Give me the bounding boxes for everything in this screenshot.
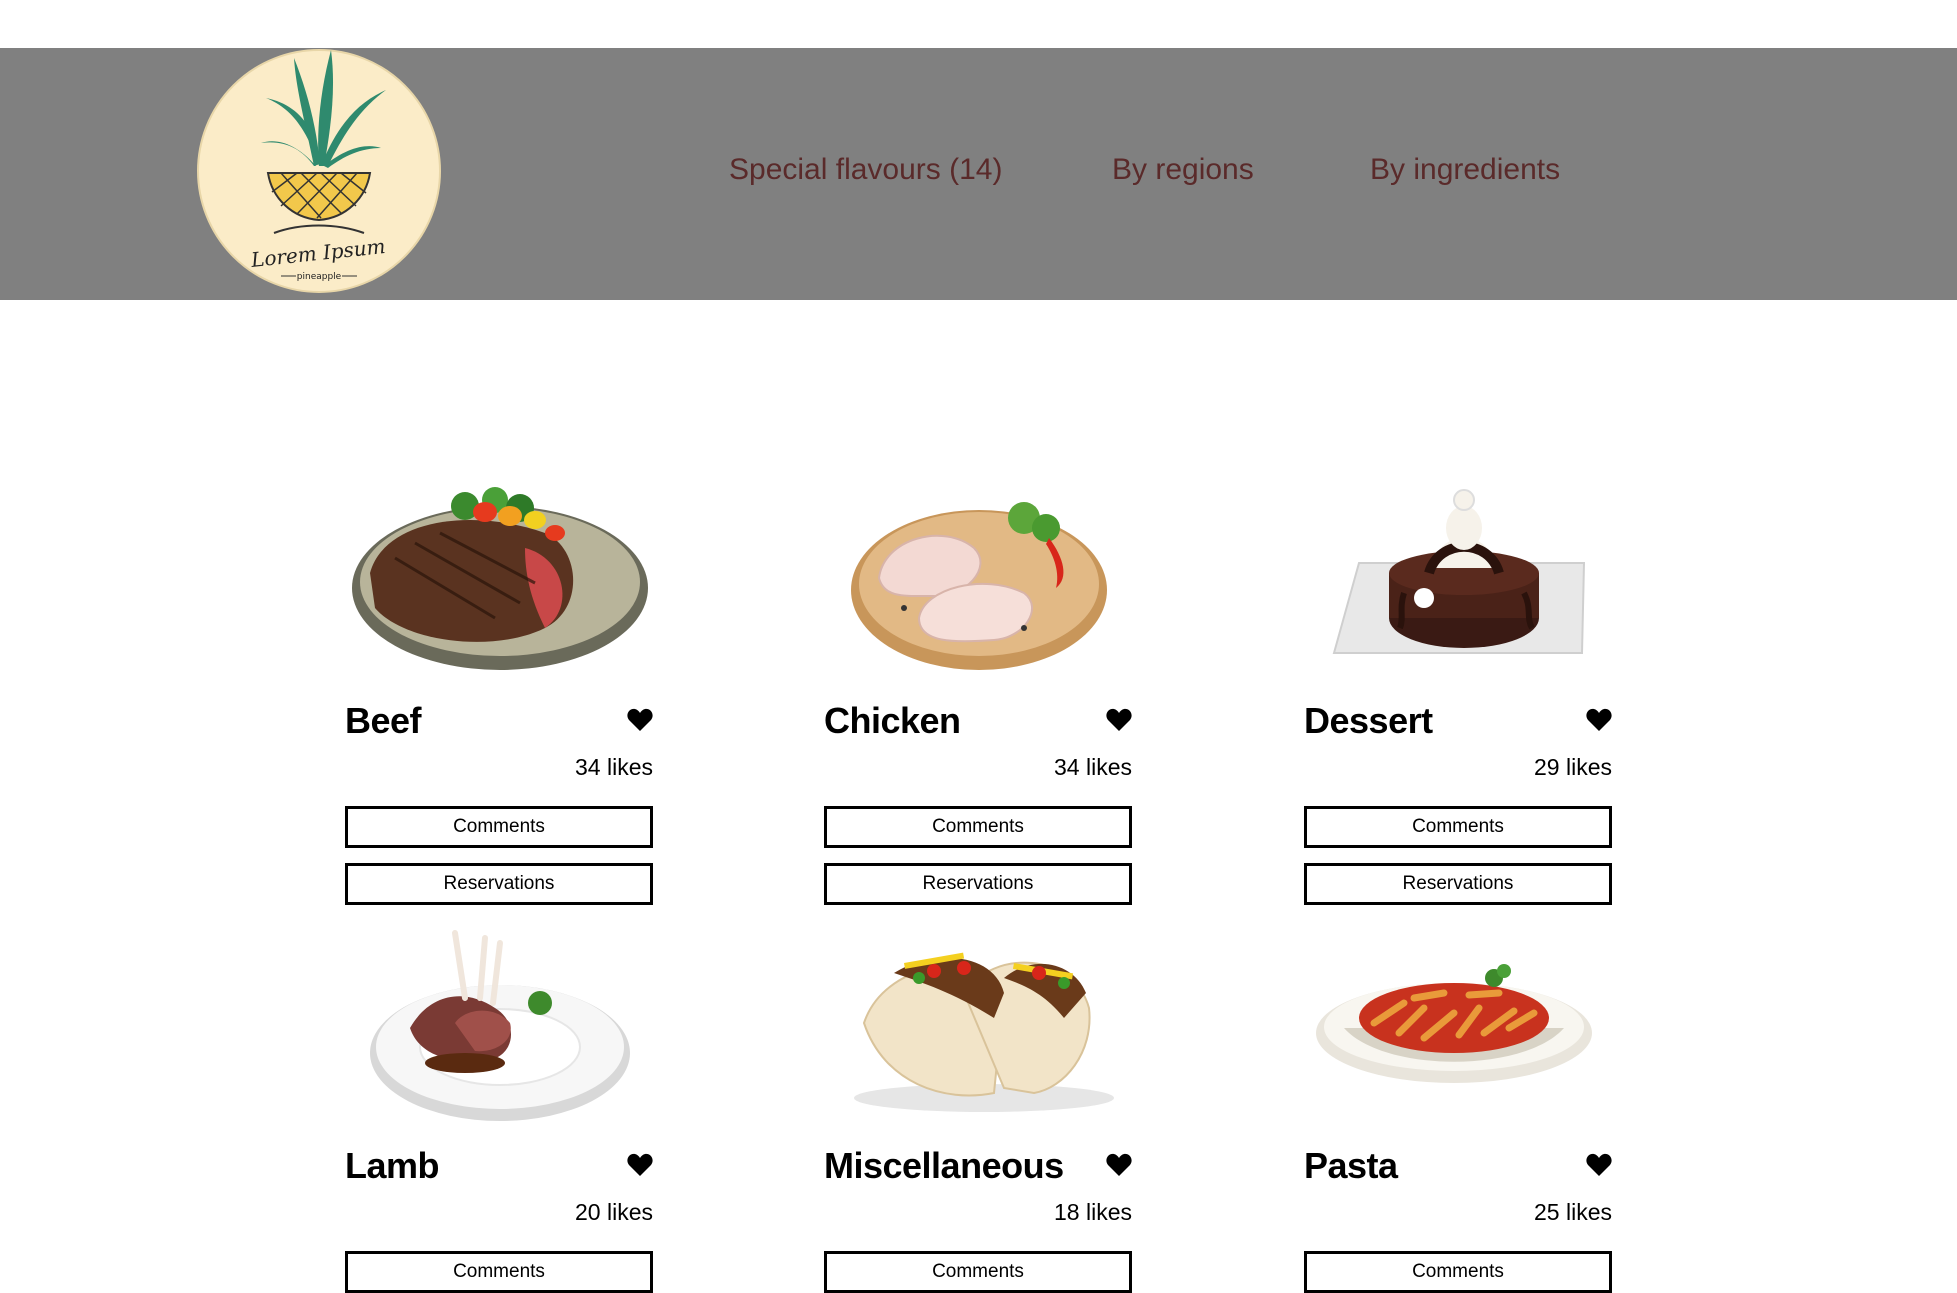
meal-name: Beef [345, 700, 422, 741]
heart-icon[interactable] [627, 1153, 653, 1177]
likes-count: 18 likes [1054, 1199, 1132, 1225]
pasta-image [1304, 923, 1612, 1133]
nav-special-flavours[interactable]: Special flavours (14) [729, 153, 1002, 203]
chicken-image [824, 478, 1132, 688]
reservations-button[interactable]: Reservations [824, 863, 1132, 905]
heart-icon[interactable] [1586, 708, 1612, 732]
heart-icon[interactable] [627, 708, 653, 732]
likes-count: 34 likes [575, 754, 653, 780]
meal-name: Pasta [1304, 1145, 1398, 1186]
comments-button[interactable]: Comments [824, 806, 1132, 848]
comments-button[interactable]: Comments [1304, 806, 1612, 848]
heart-icon[interactable] [1586, 1153, 1612, 1177]
meal-name: Miscellaneous [824, 1145, 1064, 1186]
nav-by-ingredients[interactable]: By ingredients [1370, 153, 1560, 203]
comments-button[interactable]: Comments [824, 1251, 1132, 1293]
nav-by-regions[interactable]: By regions [1112, 153, 1254, 203]
comments-button[interactable]: Comments [345, 806, 653, 848]
likes-count: 29 likes [1534, 754, 1612, 780]
heart-icon[interactable] [1106, 1153, 1132, 1177]
comments-button[interactable]: Comments [345, 1251, 653, 1293]
svg-text:pineapple: pineapple [297, 272, 342, 282]
miscellaneous-image [824, 923, 1132, 1133]
pineapple-logo[interactable]: Lorem Ipsum pineapple [196, 48, 442, 294]
comments-button[interactable]: Comments [1304, 1251, 1612, 1293]
likes-count: 25 likes [1534, 1199, 1612, 1225]
reservations-button[interactable]: Reservations [345, 863, 653, 905]
meal-name: Chicken [824, 700, 961, 741]
likes-count: 20 likes [575, 1199, 653, 1225]
reservations-button[interactable]: Reservations [1304, 863, 1612, 905]
dessert-image [1304, 478, 1612, 688]
heart-icon[interactable] [1106, 708, 1132, 732]
likes-count: 34 likes [1054, 754, 1132, 780]
meal-name: Dessert [1304, 700, 1433, 741]
meal-name: Lamb [345, 1145, 440, 1186]
beef-image [345, 478, 653, 688]
lamb-image [345, 923, 653, 1133]
